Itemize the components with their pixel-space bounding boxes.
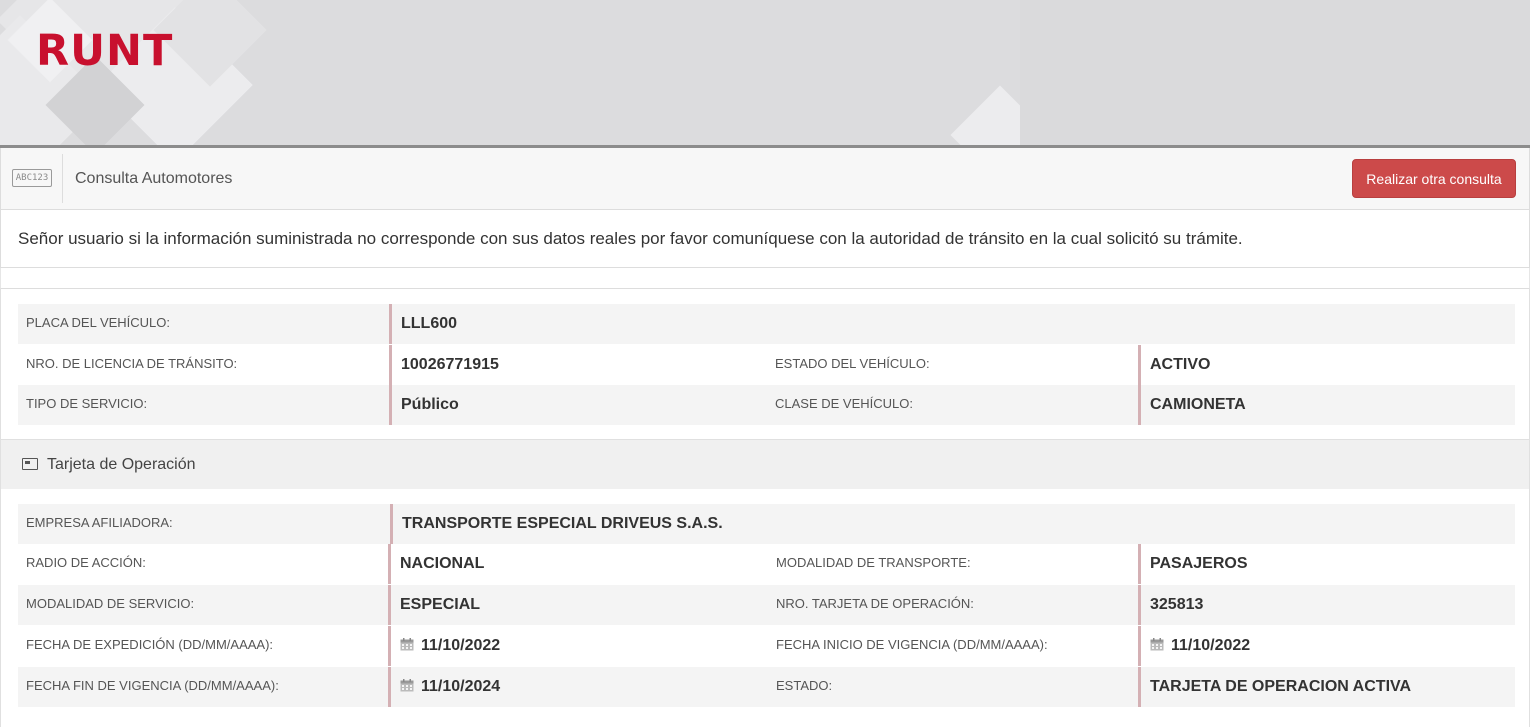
info-row: FECHA FIN DE VIGENCIA (DD/MM/AAAA): 11/1… <box>18 667 1515 707</box>
section-title: Tarjeta de Operación <box>47 456 196 473</box>
radio-label: RADIO DE ACCIÓN: <box>26 555 146 570</box>
fecha-fin-text: 11/10/2024 <box>421 678 501 695</box>
id-card-icon <box>22 458 38 470</box>
licencia-label: NRO. DE LICENCIA DE TRÁNSITO: <box>26 356 238 371</box>
calendar-icon <box>400 638 414 651</box>
servicio-label: TIPO DE SERVICIO: <box>26 396 148 411</box>
info-row: EMPRESA AFILIADORA: TRANSPORTE ESPECIAL … <box>18 504 1515 544</box>
estado-vehiculo-label: ESTADO DEL VEHÍCULO: <box>775 356 930 371</box>
toolbar-separator <box>62 154 63 203</box>
info-row: TIPO DE SERVICIO: Público CLASE DE VEHÍC… <box>18 385 1515 425</box>
tarjeta-info-panel: EMPRESA AFILIADORA: TRANSPORTE ESPECIAL … <box>0 489 1530 727</box>
info-row: RADIO DE ACCIÓN: NACIONAL MODALIDAD DE T… <box>18 544 1515 584</box>
notice-text: Señor usuario si la información suminist… <box>18 229 1243 248</box>
info-row: PLACA DEL VEHÍCULO: LLL600 <box>18 304 1515 344</box>
clase-label: CLASE DE VEHÍCULO: <box>775 396 913 411</box>
nro-tarjeta-value: 325813 <box>1138 585 1517 625</box>
info-row: NRO. DE LICENCIA DE TRÁNSITO: 1002677191… <box>18 345 1515 385</box>
estado-tarjeta-value: TARJETA DE OPERACION ACTIVA <box>1138 667 1517 707</box>
page-title: Consulta Automotores <box>75 170 233 187</box>
estado-tarjeta-label: ESTADO: <box>776 678 833 693</box>
notice-box: Señor usuario si la información suminist… <box>0 210 1530 268</box>
new-query-button[interactable]: Realizar otra consulta <box>1352 159 1516 198</box>
estado-vehiculo-value: ACTIVO <box>1138 345 1515 385</box>
fecha-inicio-label: FECHA INICIO DE VIGENCIA (DD/MM/AAAA): <box>776 637 1048 652</box>
toolbar: ABC123 Consulta Automotores Realizar otr… <box>0 148 1530 210</box>
modalidad-transporte-value: PASAJEROS <box>1138 544 1517 584</box>
tarjeta-section-header[interactable]: Tarjeta de Operación <box>0 439 1530 490</box>
fecha-fin-value: 11/10/2024 <box>388 667 758 707</box>
modalidad-servicio-value: ESPECIAL <box>388 585 758 625</box>
fecha-expedicion-text: 11/10/2022 <box>421 637 501 654</box>
modalidad-servicio-label: MODALIDAD DE SERVICIO: <box>26 596 195 611</box>
fecha-expedicion-label: FECHA DE EXPEDICIÓN (DD/MM/AAAA): <box>26 637 274 652</box>
fecha-inicio-value: 11/10/2022 <box>1138 626 1517 666</box>
radio-value: NACIONAL <box>388 544 758 584</box>
info-row: FECHA DE EXPEDICIÓN (DD/MM/AAAA): 11/10/… <box>18 626 1515 666</box>
header-banner: RUNT <box>0 0 1530 145</box>
spacer <box>0 268 1530 289</box>
empresa-label: EMPRESA AFILIADORA: <box>26 515 173 530</box>
fecha-inicio-text: 11/10/2022 <box>1171 637 1251 654</box>
banner-right-area <box>1020 0 1530 145</box>
clase-value: CAMIONETA <box>1138 385 1515 425</box>
abc123-plate-icon: ABC123 <box>12 169 52 187</box>
placa-label: PLACA DEL VEHÍCULO: <box>26 315 171 330</box>
vehicle-info-panel: PLACA DEL VEHÍCULO: LLL600 NRO. DE LICEN… <box>0 289 1530 439</box>
calendar-icon <box>400 679 414 692</box>
calendar-icon <box>1150 638 1164 651</box>
nro-tarjeta-label: NRO. TARJETA DE OPERACIÓN: <box>776 596 974 611</box>
fecha-expedicion-value: 11/10/2022 <box>388 626 758 666</box>
licencia-value: 10026771915 <box>389 345 759 385</box>
modalidad-transporte-label: MODALIDAD DE TRANSPORTE: <box>776 555 971 570</box>
fecha-fin-label: FECHA FIN DE VIGENCIA (DD/MM/AAAA): <box>26 678 279 693</box>
empresa-value: TRANSPORTE ESPECIAL DRIVEUS S.A.S. <box>390 504 1517 544</box>
info-row: MODALIDAD DE SERVICIO: ESPECIAL NRO. TAR… <box>18 585 1515 625</box>
runt-logo[interactable]: RUNT <box>36 30 173 73</box>
servicio-value: Público <box>389 385 759 425</box>
placa-value: LLL600 <box>389 304 1515 344</box>
